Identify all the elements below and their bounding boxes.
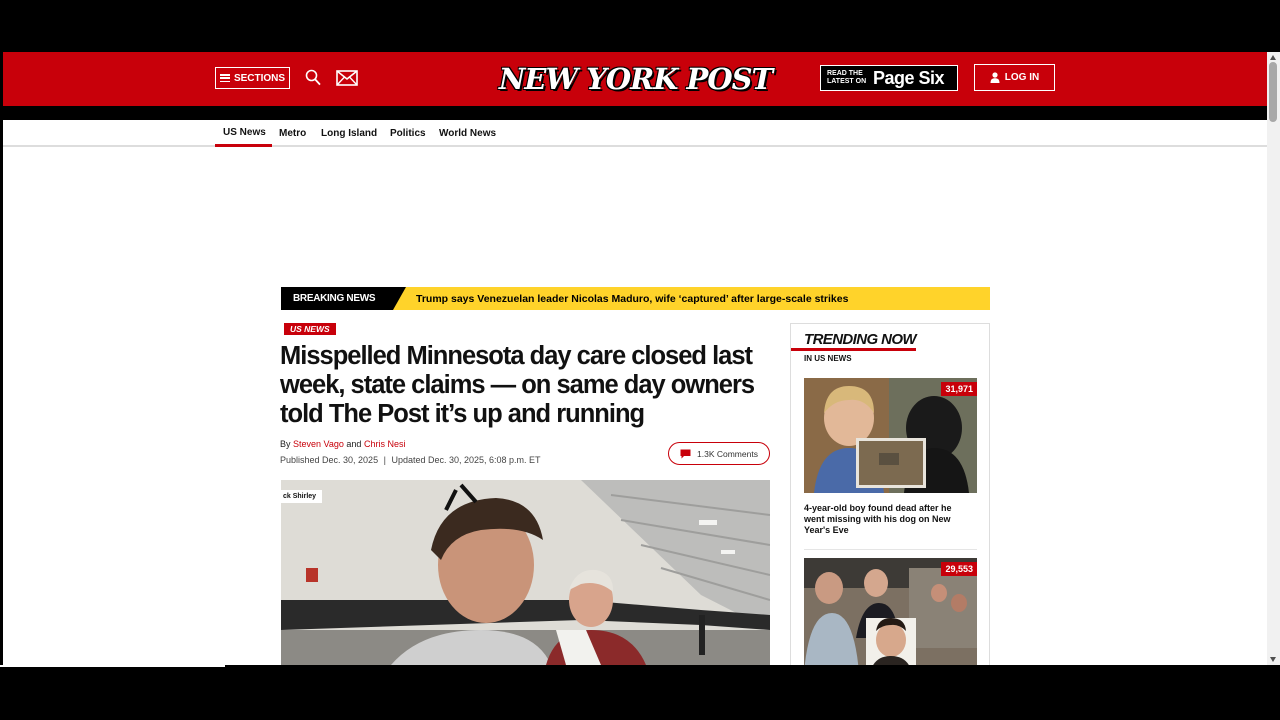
breaking-news-bar: BREAKING NEWS Trump says Venezuelan lead… bbox=[281, 287, 990, 310]
trending-view-count: 29,553 bbox=[941, 562, 977, 576]
search-icon[interactable] bbox=[305, 69, 321, 86]
masthead: SECTIONS NEW YORK POST READ THE LATEST O… bbox=[3, 52, 1267, 106]
subnav-us-news[interactable]: US News bbox=[215, 120, 272, 147]
trending-sidebar: TRENDING NOW IN US NEWS 31,971 4-year-ol… bbox=[790, 323, 990, 665]
hamburger-icon bbox=[219, 74, 230, 82]
byline: By Steven Vago and Chris Nesi bbox=[280, 439, 405, 449]
login-button[interactable]: LOG IN bbox=[974, 64, 1055, 91]
scroll-down-arrow-icon[interactable] bbox=[1270, 657, 1276, 662]
breaking-news-label: BREAKING NEWS bbox=[281, 287, 406, 310]
nypost-logo[interactable]: NEW YORK POST bbox=[499, 60, 773, 97]
updated-date: Updated Dec. 30, 2025, 6:08 p.m. ET bbox=[391, 455, 541, 465]
mail-icon[interactable] bbox=[336, 70, 358, 86]
published-date: Published Dec. 30, 2025 bbox=[280, 455, 379, 465]
section-tag[interactable]: US NEWS bbox=[284, 323, 336, 335]
hero-photo bbox=[281, 480, 770, 665]
login-label: LOG IN bbox=[1004, 72, 1040, 83]
author-link[interactable]: Chris Nesi bbox=[364, 439, 406, 449]
subnav-world-news[interactable]: World News bbox=[439, 120, 496, 147]
trending-underline bbox=[791, 348, 916, 351]
trending-image[interactable]: 31,971 bbox=[804, 378, 977, 493]
article-dates: Published Dec. 30, 2025 | Updated Dec. 3… bbox=[280, 455, 541, 465]
trending-view-count: 31,971 bbox=[941, 382, 977, 396]
date-separator: | bbox=[383, 455, 386, 465]
subnav-politics[interactable]: Politics bbox=[390, 120, 426, 147]
browser-viewport: SECTIONS NEW YORK POST READ THE LATEST O… bbox=[3, 52, 1267, 665]
trending-caption[interactable]: 4-year-old boy found dead after he went … bbox=[804, 503, 969, 536]
sections-button[interactable]: SECTIONS bbox=[215, 67, 290, 89]
sub-navigation: US News Metro Long Island Politics World… bbox=[3, 120, 1267, 147]
pagesix-promo[interactable]: READ THE LATEST ON Page Six bbox=[820, 65, 958, 91]
byline-and: and bbox=[346, 439, 362, 449]
comments-count: 1.3K Comments bbox=[697, 448, 758, 459]
subnav-metro[interactable]: Metro bbox=[279, 120, 306, 147]
trending-separator bbox=[804, 549, 977, 550]
trending-image[interactable]: 29,553 bbox=[804, 558, 977, 665]
user-icon bbox=[990, 72, 1000, 83]
scrollbar-thumb[interactable] bbox=[1269, 62, 1277, 122]
article-hero-image[interactable]: ck Shirley bbox=[281, 480, 770, 665]
page-scrollbar[interactable] bbox=[1267, 52, 1280, 665]
breaking-news-link[interactable]: Trump says Venezuelan leader Nicolas Mad… bbox=[416, 287, 848, 310]
byline-prefix: By bbox=[280, 439, 291, 449]
comments-button[interactable]: 1.3K Comments bbox=[668, 442, 770, 465]
subnav-long-island[interactable]: Long Island bbox=[321, 120, 377, 147]
pagesix-logo: Page Six bbox=[873, 67, 945, 88]
bottom-edge-strip bbox=[0, 665, 225, 667]
author-link[interactable]: Steven Vago bbox=[293, 439, 344, 449]
image-credit: ck Shirley bbox=[281, 490, 323, 503]
masthead-divider bbox=[3, 106, 1267, 120]
trending-subtitle: IN US NEWS bbox=[804, 354, 852, 363]
comment-icon bbox=[680, 449, 691, 458]
article-headline: Misspelled Minnesota day care closed las… bbox=[280, 342, 755, 428]
scroll-up-arrow-icon[interactable] bbox=[1270, 55, 1276, 60]
sections-label: SECTIONS bbox=[233, 72, 286, 84]
pagesix-small-text: READ THE LATEST ON bbox=[827, 70, 867, 85]
trending-title: TRENDING NOW bbox=[804, 331, 917, 348]
